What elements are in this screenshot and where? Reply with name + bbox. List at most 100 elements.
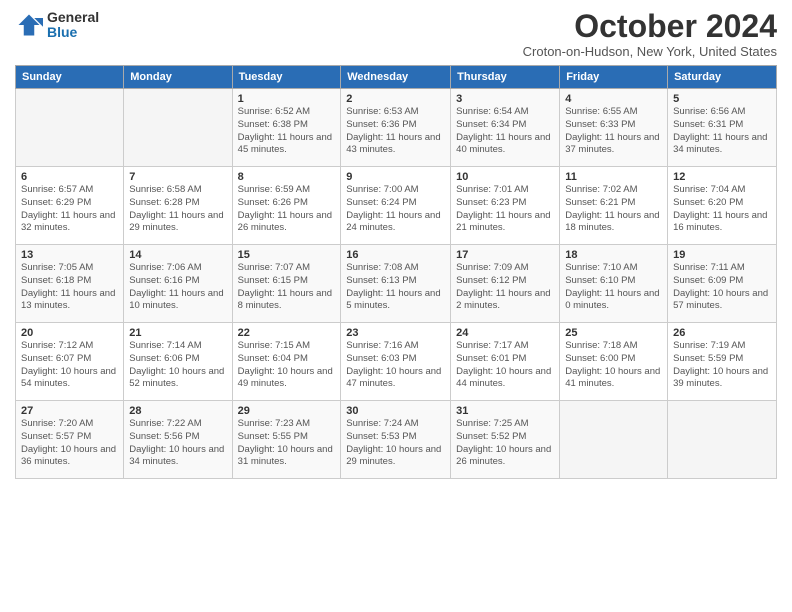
- day-number: 24: [456, 327, 554, 339]
- day-detail: Sunrise: 7:06 AMSunset: 6:16 PMDaylight:…: [129, 262, 223, 311]
- day-number: 15: [238, 249, 336, 261]
- month-title: October 2024: [523, 10, 777, 42]
- day-detail: Sunrise: 7:15 AMSunset: 6:04 PMDaylight:…: [238, 340, 333, 389]
- day-detail: Sunrise: 7:23 AMSunset: 5:55 PMDaylight:…: [238, 418, 333, 467]
- day-number: 7: [129, 171, 226, 183]
- calendar-cell-w4-d2: 21 Sunrise: 7:14 AMSunset: 6:06 PMDaylig…: [124, 323, 232, 401]
- calendar-cell-w3-d4: 16 Sunrise: 7:08 AMSunset: 6:13 PMDaylig…: [341, 245, 451, 323]
- day-detail: Sunrise: 7:18 AMSunset: 6:00 PMDaylight:…: [565, 340, 660, 389]
- day-number: 8: [238, 171, 336, 183]
- day-detail: Sunrise: 7:09 AMSunset: 6:12 PMDaylight:…: [456, 262, 550, 311]
- day-detail: Sunrise: 7:17 AMSunset: 6:01 PMDaylight:…: [456, 340, 551, 389]
- calendar-cell-w5-d6: [560, 401, 668, 479]
- day-detail: Sunrise: 7:12 AMSunset: 6:07 PMDaylight:…: [21, 340, 116, 389]
- calendar-cell-w1-d6: 4 Sunrise: 6:55 AMSunset: 6:33 PMDayligh…: [560, 89, 668, 167]
- day-detail: Sunrise: 7:16 AMSunset: 6:03 PMDaylight:…: [346, 340, 441, 389]
- calendar-cell-w2-d1: 6 Sunrise: 6:57 AMSunset: 6:29 PMDayligh…: [16, 167, 124, 245]
- day-detail: Sunrise: 6:56 AMSunset: 6:31 PMDaylight:…: [673, 106, 767, 155]
- day-number: 1: [238, 93, 336, 105]
- week-row-5: 27 Sunrise: 7:20 AMSunset: 5:57 PMDaylig…: [16, 401, 777, 479]
- calendar-cell-w1-d7: 5 Sunrise: 6:56 AMSunset: 6:31 PMDayligh…: [668, 89, 777, 167]
- day-detail: Sunrise: 7:10 AMSunset: 6:10 PMDaylight:…: [565, 262, 659, 311]
- header-row: Sunday Monday Tuesday Wednesday Thursday…: [16, 66, 777, 89]
- day-detail: Sunrise: 7:00 AMSunset: 6:24 PMDaylight:…: [346, 184, 440, 233]
- calendar-cell-w5-d2: 28 Sunrise: 7:22 AMSunset: 5:56 PMDaylig…: [124, 401, 232, 479]
- day-detail: Sunrise: 6:55 AMSunset: 6:33 PMDaylight:…: [565, 106, 659, 155]
- day-detail: Sunrise: 7:25 AMSunset: 5:52 PMDaylight:…: [456, 418, 551, 467]
- logo-text: General Blue: [47, 10, 99, 41]
- calendar-cell-w4-d7: 26 Sunrise: 7:19 AMSunset: 5:59 PMDaylig…: [668, 323, 777, 401]
- day-number: 12: [673, 171, 771, 183]
- calendar-cell-w3-d7: 19 Sunrise: 7:11 AMSunset: 6:09 PMDaylig…: [668, 245, 777, 323]
- logo-general-label: General: [47, 10, 99, 25]
- day-number: 28: [129, 405, 226, 417]
- day-number: 23: [346, 327, 445, 339]
- day-detail: Sunrise: 7:24 AMSunset: 5:53 PMDaylight:…: [346, 418, 441, 467]
- calendar-cell-w3-d3: 15 Sunrise: 7:07 AMSunset: 6:15 PMDaylig…: [232, 245, 341, 323]
- day-number: 17: [456, 249, 554, 261]
- day-number: 3: [456, 93, 554, 105]
- day-detail: Sunrise: 7:08 AMSunset: 6:13 PMDaylight:…: [346, 262, 440, 311]
- calendar-cell-w5-d1: 27 Sunrise: 7:20 AMSunset: 5:57 PMDaylig…: [16, 401, 124, 479]
- header-saturday: Saturday: [668, 66, 777, 89]
- day-number: 16: [346, 249, 445, 261]
- calendar-body: 1 Sunrise: 6:52 AMSunset: 6:38 PMDayligh…: [16, 89, 777, 479]
- day-number: 26: [673, 327, 771, 339]
- calendar-cell-w3-d1: 13 Sunrise: 7:05 AMSunset: 6:18 PMDaylig…: [16, 245, 124, 323]
- logo-blue-label: Blue: [47, 25, 99, 40]
- day-detail: Sunrise: 7:01 AMSunset: 6:23 PMDaylight:…: [456, 184, 550, 233]
- calendar-cell-w2-d4: 9 Sunrise: 7:00 AMSunset: 6:24 PMDayligh…: [341, 167, 451, 245]
- day-number: 21: [129, 327, 226, 339]
- page: General Blue October 2024 Croton-on-Huds…: [0, 0, 792, 612]
- day-detail: Sunrise: 6:59 AMSunset: 6:26 PMDaylight:…: [238, 184, 332, 233]
- calendar-cell-w3-d2: 14 Sunrise: 7:06 AMSunset: 6:16 PMDaylig…: [124, 245, 232, 323]
- calendar-cell-w1-d5: 3 Sunrise: 6:54 AMSunset: 6:34 PMDayligh…: [451, 89, 560, 167]
- calendar-cell-w4-d6: 25 Sunrise: 7:18 AMSunset: 6:00 PMDaylig…: [560, 323, 668, 401]
- calendar-cell-w5-d4: 30 Sunrise: 7:24 AMSunset: 5:53 PMDaylig…: [341, 401, 451, 479]
- day-number: 13: [21, 249, 118, 261]
- day-detail: Sunrise: 7:20 AMSunset: 5:57 PMDaylight:…: [21, 418, 116, 467]
- calendar-cell-w5-d7: [668, 401, 777, 479]
- calendar-cell-w1-d4: 2 Sunrise: 6:53 AMSunset: 6:36 PMDayligh…: [341, 89, 451, 167]
- calendar-cell-w5-d3: 29 Sunrise: 7:23 AMSunset: 5:55 PMDaylig…: [232, 401, 341, 479]
- day-number: 31: [456, 405, 554, 417]
- day-detail: Sunrise: 6:52 AMSunset: 6:38 PMDaylight:…: [238, 106, 332, 155]
- day-number: 5: [673, 93, 771, 105]
- day-number: 9: [346, 171, 445, 183]
- day-detail: Sunrise: 7:05 AMSunset: 6:18 PMDaylight:…: [21, 262, 115, 311]
- calendar-cell-w2-d5: 10 Sunrise: 7:01 AMSunset: 6:23 PMDaylig…: [451, 167, 560, 245]
- day-number: 6: [21, 171, 118, 183]
- day-detail: Sunrise: 7:07 AMSunset: 6:15 PMDaylight:…: [238, 262, 332, 311]
- calendar-cell-w1-d2: [124, 89, 232, 167]
- day-detail: Sunrise: 7:04 AMSunset: 6:20 PMDaylight:…: [673, 184, 767, 233]
- logo: General Blue: [15, 10, 99, 41]
- header-sunday: Sunday: [16, 66, 124, 89]
- calendar-table: Sunday Monday Tuesday Wednesday Thursday…: [15, 65, 777, 479]
- header-friday: Friday: [560, 66, 668, 89]
- header-monday: Monday: [124, 66, 232, 89]
- calendar-cell-w2-d6: 11 Sunrise: 7:02 AMSunset: 6:21 PMDaylig…: [560, 167, 668, 245]
- calendar-cell-w4-d3: 22 Sunrise: 7:15 AMSunset: 6:04 PMDaylig…: [232, 323, 341, 401]
- title-area: October 2024 Croton-on-Hudson, New York,…: [523, 10, 777, 59]
- calendar-cell-w2-d2: 7 Sunrise: 6:58 AMSunset: 6:28 PMDayligh…: [124, 167, 232, 245]
- header: General Blue October 2024 Croton-on-Huds…: [15, 10, 777, 59]
- day-number: 29: [238, 405, 336, 417]
- location-subtitle: Croton-on-Hudson, New York, United State…: [523, 44, 777, 59]
- week-row-1: 1 Sunrise: 6:52 AMSunset: 6:38 PMDayligh…: [16, 89, 777, 167]
- day-number: 2: [346, 93, 445, 105]
- week-row-2: 6 Sunrise: 6:57 AMSunset: 6:29 PMDayligh…: [16, 167, 777, 245]
- day-detail: Sunrise: 7:19 AMSunset: 5:59 PMDaylight:…: [673, 340, 768, 389]
- calendar-cell-w4-d4: 23 Sunrise: 7:16 AMSunset: 6:03 PMDaylig…: [341, 323, 451, 401]
- day-number: 30: [346, 405, 445, 417]
- day-detail: Sunrise: 6:57 AMSunset: 6:29 PMDaylight:…: [21, 184, 115, 233]
- day-number: 14: [129, 249, 226, 261]
- header-wednesday: Wednesday: [341, 66, 451, 89]
- calendar-cell-w4-d1: 20 Sunrise: 7:12 AMSunset: 6:07 PMDaylig…: [16, 323, 124, 401]
- logo-icon: [15, 11, 43, 39]
- day-number: 27: [21, 405, 118, 417]
- calendar-header: Sunday Monday Tuesday Wednesday Thursday…: [16, 66, 777, 89]
- day-detail: Sunrise: 7:11 AMSunset: 6:09 PMDaylight:…: [673, 262, 768, 311]
- day-detail: Sunrise: 7:22 AMSunset: 5:56 PMDaylight:…: [129, 418, 224, 467]
- day-detail: Sunrise: 7:14 AMSunset: 6:06 PMDaylight:…: [129, 340, 224, 389]
- calendar-cell-w3-d5: 17 Sunrise: 7:09 AMSunset: 6:12 PMDaylig…: [451, 245, 560, 323]
